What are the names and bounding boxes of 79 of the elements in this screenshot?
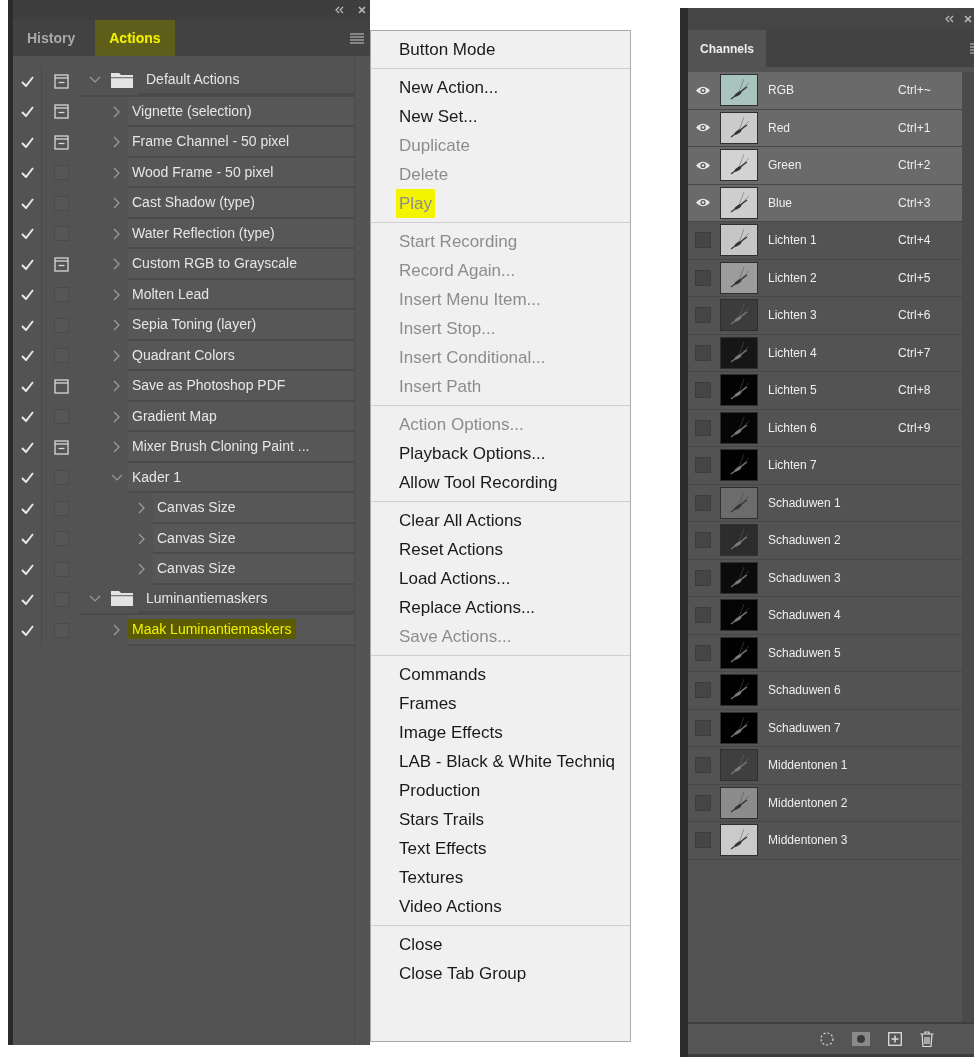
menu-item[interactable]: Production (396, 776, 484, 805)
channel-shortcut: Ctrl+8 (898, 383, 931, 398)
channel-row[interactable]: RGB Ctrl+~ (688, 72, 962, 110)
channel-row[interactable]: Red Ctrl+1 (688, 109, 962, 147)
channel-name: Middentonen 1 (768, 758, 849, 773)
channel-shortcut: Ctrl+~ (898, 83, 931, 98)
channel-row[interactable]: Lichten 7 (688, 447, 962, 485)
menu-item[interactable]: Image Effects (396, 718, 506, 747)
panel-tab[interactable]: Actions (95, 20, 175, 56)
channel-name: Schaduwen 3 (768, 570, 842, 585)
menu-item[interactable]: Frames (396, 689, 460, 718)
channel-name: Middentonen 2 (768, 795, 849, 810)
channel-name: Schaduwen 2 (768, 533, 842, 548)
action-set-name[interactable]: Luminantiemaskers (142, 587, 272, 608)
panel-tab[interactable]: Channels (688, 30, 766, 67)
channel-row[interactable]: Schaduwen 5 (688, 634, 962, 672)
panel-tab[interactable]: History (13, 20, 90, 56)
channel-row[interactable]: Green Ctrl+2 (688, 147, 962, 185)
channel-row[interactable]: Lichten 3 Ctrl+6 (688, 297, 962, 335)
channel-shortcut: Ctrl+3 (898, 195, 931, 210)
channel-shortcut: Ctrl+4 (898, 233, 931, 248)
channel-name: RGB (768, 83, 795, 98)
channel-shortcut: Ctrl+7 (898, 345, 931, 360)
action-set-name[interactable]: Default Actions (142, 69, 244, 90)
channel-name: Lichten 1 (768, 233, 818, 248)
channel-row[interactable]: Middentonen 2 (688, 784, 962, 822)
channel-shortcut: Ctrl+2 (898, 158, 931, 173)
channel-row[interactable]: Lichten 4 Ctrl+7 (688, 334, 962, 372)
channel-name: Schaduwen 7 (768, 720, 842, 735)
channel-row[interactable]: Middentonen 1 (688, 747, 962, 785)
channel-name: Lichten 3 (768, 308, 818, 323)
channel-row[interactable]: Schaduwen 3 (688, 559, 962, 597)
channel-shortcut: Ctrl+1 (898, 120, 931, 135)
channel-name: Schaduwen 6 (768, 683, 842, 698)
menu-item[interactable]: Video Actions (396, 892, 505, 921)
channel-name: Lichten 4 (768, 345, 818, 360)
channel-row[interactable]: Schaduwen 6 (688, 672, 962, 710)
menu-item[interactable]: Clear All Actions (396, 506, 525, 535)
channel-name: Middentonen 3 (768, 833, 849, 848)
channel-name: Red (768, 120, 791, 135)
menu-item[interactable]: Allow Tool Recording (396, 468, 561, 497)
menu-item[interactable]: Close Tab Group (396, 959, 530, 988)
menu-item[interactable]: Replace Actions... (396, 593, 539, 622)
menu-item[interactable]: Commands (396, 660, 489, 689)
channel-row[interactable]: Lichten 5 Ctrl+8 (688, 372, 962, 410)
channel-shortcut: Ctrl+5 (898, 270, 931, 285)
menu-item[interactable]: Stars Trails (396, 805, 488, 834)
channel-row[interactable]: Blue Ctrl+3 (688, 184, 962, 222)
channel-row[interactable]: Lichten 2 Ctrl+5 (688, 259, 962, 297)
menu-item[interactable]: Reset Actions (396, 535, 506, 564)
channel-name: Schaduwen 4 (768, 608, 842, 623)
channel-name: Lichten 7 (768, 458, 818, 473)
menu-item[interactable]: Playback Options... (396, 439, 549, 468)
channel-row[interactable]: Lichten 6 Ctrl+9 (688, 409, 962, 447)
channel-name: Blue (768, 195, 794, 210)
menu-item[interactable]: LAB - Black & White Techniq (396, 747, 619, 776)
channel-row[interactable]: Schaduwen 1 (688, 484, 962, 522)
menu-item[interactable]: New Action... (396, 73, 502, 102)
menu-item[interactable]: Button Mode (396, 35, 499, 64)
channel-row[interactable]: Lichten 1 Ctrl+4 (688, 222, 962, 260)
menu-item[interactable]: New Set... (396, 102, 481, 131)
channel-shortcut: Ctrl+9 (898, 420, 931, 435)
channel-name: Lichten 6 (768, 420, 818, 435)
action-name[interactable]: Maak Luminantiemaskers (128, 619, 296, 640)
channel-name: Schaduwen 1 (768, 495, 842, 510)
channel-name: Lichten 5 (768, 383, 818, 398)
menu-item[interactable]: Load Actions... (396, 564, 514, 593)
menu-item[interactable]: Text Effects (396, 834, 490, 863)
channel-row[interactable]: Schaduwen 7 (688, 709, 962, 747)
channel-name: Schaduwen 5 (768, 645, 842, 660)
channel-row[interactable]: Middentonen 3 (688, 822, 962, 860)
menu-item[interactable]: Close (396, 930, 446, 959)
channel-shortcut: Ctrl+6 (898, 308, 931, 323)
menu-item[interactable]: Textures (396, 863, 467, 892)
channel-name: Green (768, 158, 803, 173)
channel-name: Lichten 2 (768, 270, 818, 285)
action-name[interactable]: Kader 1 (128, 466, 186, 487)
channel-row[interactable]: Schaduwen 2 (688, 522, 962, 560)
channel-row[interactable]: Schaduwen 4 (688, 597, 962, 635)
